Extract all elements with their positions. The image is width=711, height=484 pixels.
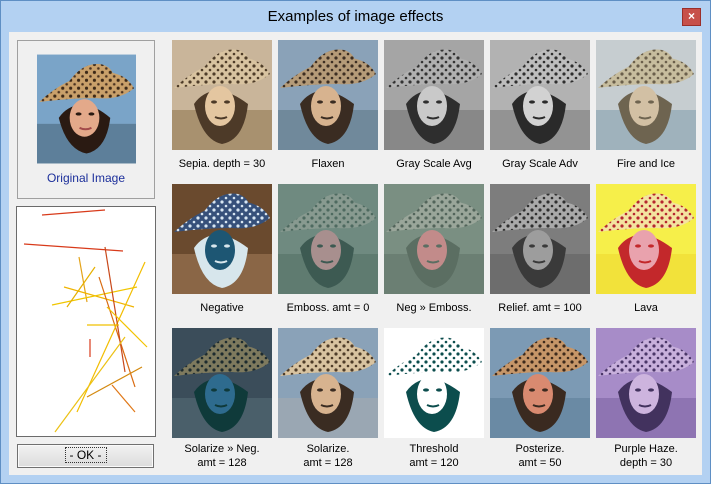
effect-caption-line: Emboss. amt = 0 [286,302,370,314]
dialog-window: Examples of image effects × Original Ima… [0,0,711,484]
effect-caption-line: Posterize. [515,443,565,455]
effect-caption-solar: Solarize. amt = 128 [273,442,383,470]
effect-caption-posterize: Posterize. amt = 50 [485,442,595,470]
effect-image-solar [278,328,378,438]
effect-image-solarneg [172,328,272,438]
effect-tile-sepia: Sepia. depth = 30 [172,40,272,170]
ok-button[interactable]: - OK - [17,444,154,468]
close-icon: × [687,9,695,23]
effect-tile-negemboss: Neg » Emboss. [384,184,484,314]
effect-caption-line: Flaxen [311,158,345,170]
effect-caption-grayavg: Gray Scale Avg [379,157,489,171]
effect-tile-relief: Relief. amt = 100 [490,184,590,314]
effect-image-negative [172,184,272,294]
effect-tile-grayavg: Gray Scale Avg [384,40,484,170]
effect-caption-fireice: Fire and Ice [591,157,701,171]
effect-caption-flaxen: Flaxen [273,157,383,171]
effect-caption-grayadv: Gray Scale Adv [485,157,595,171]
effect-caption-line: Threshold [409,443,459,455]
effect-caption-line: Gray Scale Avg [396,158,472,170]
effect-tile-posterize: Posterize. amt = 50 [490,328,590,469]
effect-tile-solarneg: Solarize » Neg. amt = 128 [172,328,272,469]
effect-tile-solar: Solarize. amt = 128 [278,328,378,469]
effect-tile-grayadv: Gray Scale Adv [490,40,590,170]
original-image-panel: Original Image [17,40,155,199]
effect-tile-negative: Negative [172,184,272,314]
effect-caption-sepia: Sepia. depth = 30 [167,157,277,171]
effect-caption-solarneg: Solarize » Neg. amt = 128 [167,442,277,470]
effect-image-sepia [172,40,272,150]
effect-image-grayadv [490,40,590,150]
effect-image-lava [596,184,696,294]
effect-caption-relief: Relief. amt = 100 [485,301,595,315]
effect-caption-threshold: Threshold amt = 120 [379,442,489,470]
effect-image-grayavg [384,40,484,150]
effect-caption-negemboss: Neg » Emboss. [379,301,489,315]
effect-caption-line: Lava [634,302,658,314]
effect-image-emboss [278,184,378,294]
effect-caption-line: Gray Scale Adv [502,158,578,170]
effect-caption-line: Solarize. [306,443,350,455]
effect-caption-lava: Lava [591,301,701,315]
effect-image-purple [596,328,696,438]
effect-tile-lava: Lava [596,184,696,314]
original-image [37,54,136,164]
effect-caption-line: Fire and Ice [616,158,676,170]
dialog-body: Original Image - OK - Sepia. depth = 30 … [9,32,702,475]
effect-caption-line: Relief. amt = 100 [498,302,582,314]
title-bar[interactable]: Examples of image effects × [1,1,710,31]
effect-caption-line: Negative [200,302,244,314]
original-image-caption: Original Image [46,171,126,185]
effect-image-negemboss [384,184,484,294]
effect-image-posterize [490,328,590,438]
effect-caption-negative: Negative [167,301,277,315]
effect-caption-line: amt = 128 [303,457,353,469]
window-title: Examples of image effects [267,8,444,25]
effect-caption-line: Sepia. depth = 30 [178,158,266,170]
effect-caption-emboss: Emboss. amt = 0 [273,301,383,315]
effect-caption-line: amt = 120 [409,457,459,469]
effect-caption-line: amt = 50 [518,457,562,469]
effect-caption-line: Purple Haze. [614,443,678,455]
ok-button-label: - OK - [64,447,107,463]
lines-drawing [23,209,148,433]
effect-tile-purple: Purple Haze. depth = 30 [596,328,696,469]
effect-image-threshold [384,328,484,438]
effect-caption-line: Solarize » Neg. [184,443,260,455]
close-button[interactable]: × [682,8,701,26]
effect-tile-fireice: Fire and Ice [596,40,696,170]
effect-caption-line: depth = 30 [619,457,673,469]
effect-tile-flaxen: Flaxen [278,40,378,170]
effect-tile-emboss: Emboss. amt = 0 [278,184,378,314]
effect-image-flaxen [278,40,378,150]
effect-caption-purple: Purple Haze. depth = 30 [591,442,701,470]
effect-tile-threshold: Threshold amt = 120 [384,328,484,469]
lines-drawing-area [16,206,156,437]
effect-caption-line: amt = 128 [197,457,247,469]
effect-image-relief [490,184,590,294]
effect-image-fireice [596,40,696,150]
effect-caption-line: Neg » Emboss. [396,302,472,314]
